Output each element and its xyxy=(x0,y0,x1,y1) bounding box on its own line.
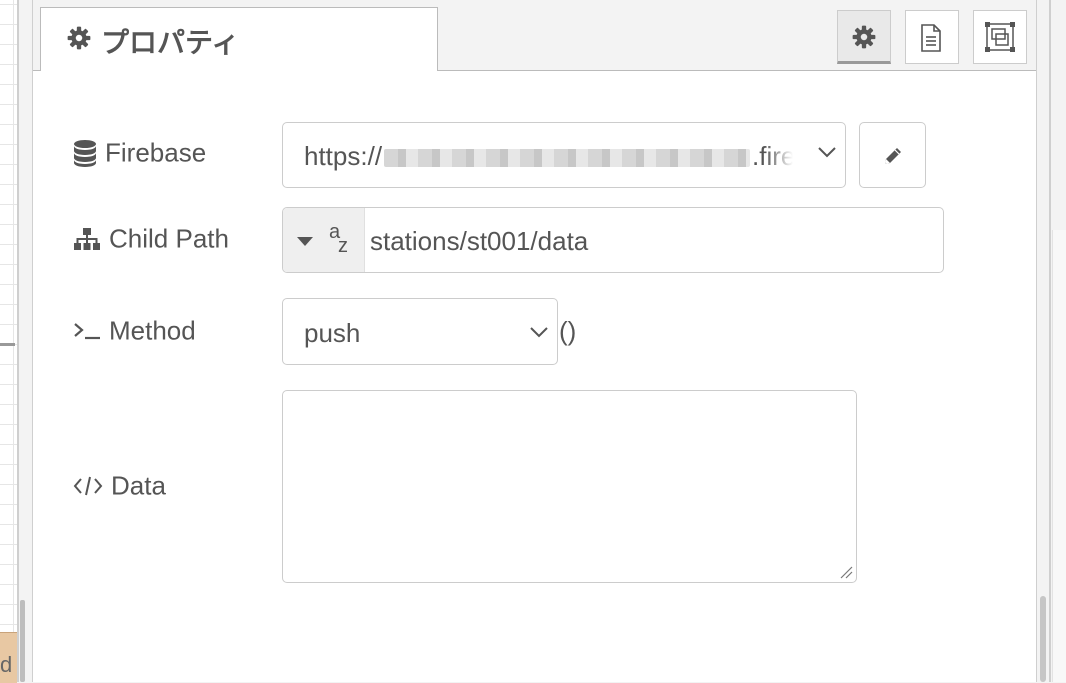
data-label: Data xyxy=(73,469,166,502)
pencil-icon xyxy=(885,148,901,164)
sidebar-pane xyxy=(1052,230,1066,682)
chevron-down-icon xyxy=(530,327,548,338)
child-path-label: Child Path xyxy=(73,222,229,255)
firebase-label-text: Firebase xyxy=(105,137,207,168)
sitemap-icon xyxy=(74,228,100,251)
child-path-value: stations/st001/data xyxy=(370,226,589,256)
divider xyxy=(1049,0,1051,682)
firebase-url-prefix: https:// xyxy=(304,141,383,171)
node-description-button[interactable] xyxy=(905,10,959,64)
method-label: Method xyxy=(73,314,196,347)
edit-firebase-config-button[interactable] xyxy=(859,122,926,188)
data-label-text: Data xyxy=(111,470,166,501)
tray-tabbar: プロパティ xyxy=(33,0,1036,71)
method-suffix: () xyxy=(559,316,577,346)
tab-label: プロパティ xyxy=(101,26,240,59)
resize-handle-icon[interactable] xyxy=(839,565,853,579)
document-icon xyxy=(921,24,941,52)
gear-icon xyxy=(67,26,91,50)
child-path-label-text: Child Path xyxy=(109,223,229,254)
workspace-node-label: d xyxy=(0,652,13,677)
firebase-config-select[interactable]: https://.fire xyxy=(282,122,846,188)
chevron-down-icon xyxy=(818,147,836,158)
data-textarea[interactable] xyxy=(282,390,857,583)
firebase-label: Firebase xyxy=(73,136,206,169)
edit-tray: プロパティ Firebase https:// Child Path a z s… xyxy=(32,0,1037,682)
divider xyxy=(17,0,19,682)
tray-scrollbar[interactable] xyxy=(1040,596,1046,682)
workspace-canvas[interactable]: d xyxy=(0,0,17,683)
redacted-url xyxy=(384,149,751,168)
node-appearance-button[interactable] xyxy=(973,10,1027,64)
child-path-input[interactable]: a z stations/st001/data xyxy=(282,207,944,273)
database-icon xyxy=(74,140,96,168)
type-selector-button[interactable]: a z xyxy=(283,208,365,272)
method-label-text: Method xyxy=(109,315,196,346)
tab-properties[interactable]: プロパティ xyxy=(40,7,438,71)
firebase-config-value: https://.fire xyxy=(304,141,795,172)
terminal-icon xyxy=(74,323,100,340)
method-value: push xyxy=(304,318,361,348)
workspace-wire xyxy=(0,343,15,346)
frame-icon xyxy=(985,22,1015,52)
gear-icon xyxy=(852,25,876,49)
code-icon xyxy=(73,476,103,496)
caret-down-icon xyxy=(297,237,313,246)
node-properties-button[interactable] xyxy=(837,10,891,64)
workspace-scrollbar[interactable] xyxy=(20,600,25,682)
method-select[interactable]: push xyxy=(282,298,558,365)
